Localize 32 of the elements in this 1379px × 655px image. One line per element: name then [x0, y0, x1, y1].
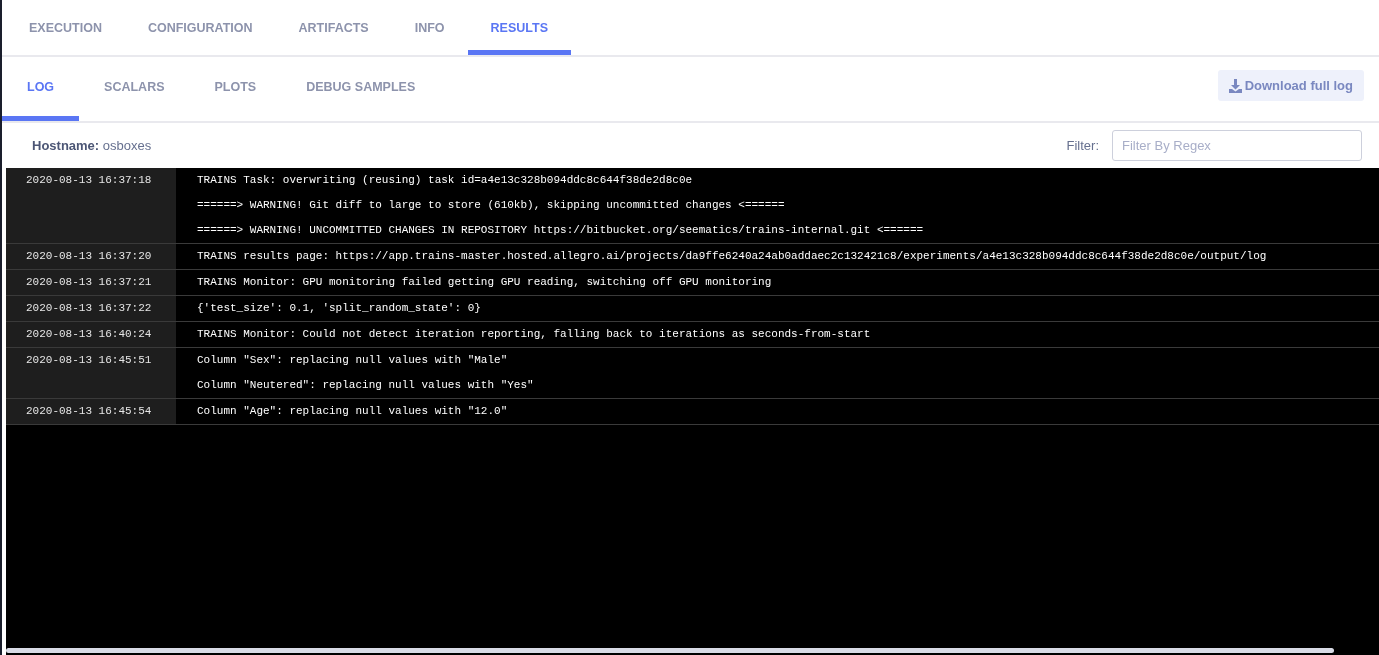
log-timestamp: 2020-08-13 16:37:20 — [6, 244, 176, 269]
log-line: ======> WARNING! Git diff to large to store (610kb), skipping uncommitted changes <====== — [197, 198, 786, 213]
tab[interactable]: LOG — [2, 57, 80, 121]
filter-label: Filter: — [1066, 138, 1099, 153]
tab[interactable]: DEBUG SAMPLES — [281, 57, 441, 121]
filter-input[interactable]: Filter By Regex — [1112, 130, 1362, 161]
log-line: TRAINS Task: overwriting (reusing) task id=a4e13c328b094ddc8c644f38de2d8c0e — [197, 173, 694, 188]
download-button[interactable]: Download full log — [1217, 70, 1364, 101]
log-line: {'test_size': 0.1, 'split_random_state': 0} — [197, 301, 481, 316]
log-timestamp: 2020-08-13 16:37:22 — [6, 296, 176, 321]
tab[interactable]: ARTIFACTS — [275, 0, 392, 55]
log-timestamp: 2020-08-13 16:37:21 — [6, 270, 176, 295]
log-line: TRAINS results page: https://app.trains-master.hosted.allegro.ai/projects/da9ffe6240a24ab0addaec2c132421c8/experiments/a4e13c328b094ddc8c644f38de2d8c0e/output/log — [197, 249, 1267, 264]
tab[interactable]: EXECUTION — [6, 0, 125, 55]
log-timestamp: 2020-08-13 16:45:54 — [6, 399, 176, 424]
tab[interactable]: INFO — [391, 0, 468, 55]
hostname-text: Hostname: osboxes — [32, 138, 152, 153]
log-line: Column "Sex": replacing null values with "Male" — [197, 353, 509, 368]
log-line: Column "Age": replacing null values with "12.0" — [197, 404, 508, 419]
log-line: Column "Neutered": replacing null values with "Yes" — [197, 378, 534, 393]
download-icon — [1228, 78, 1242, 93]
log-timestamp: 2020-08-13 16:45:51 — [6, 348, 176, 398]
log-line: TRAINS Monitor: Could not detect iteration reporting, falling back to iterations as seconds-from-start — [197, 327, 871, 342]
log-timestamp: 2020-08-13 16:37:18 — [6, 168, 176, 243]
tab[interactable]: CONFIGURATION — [124, 0, 276, 55]
tab[interactable]: SCALARS — [79, 57, 190, 121]
scrollbar[interactable] — [6, 648, 1334, 653]
tab[interactable]: RESULTS — [467, 0, 571, 55]
log-line: ======> WARNING! UNCOMMITTED CHANGES IN REPOSITORY https://bitbucket.org/seematics/trains-internal.git <====== — [197, 223, 924, 238]
log-line: TRAINS Monitor: GPU monitoring failed getting GPU reading, switching off GPU monitoring — [197, 275, 772, 290]
log-timestamp: 2020-08-13 16:40:24 — [6, 322, 176, 347]
tab[interactable]: PLOTS — [189, 57, 282, 121]
